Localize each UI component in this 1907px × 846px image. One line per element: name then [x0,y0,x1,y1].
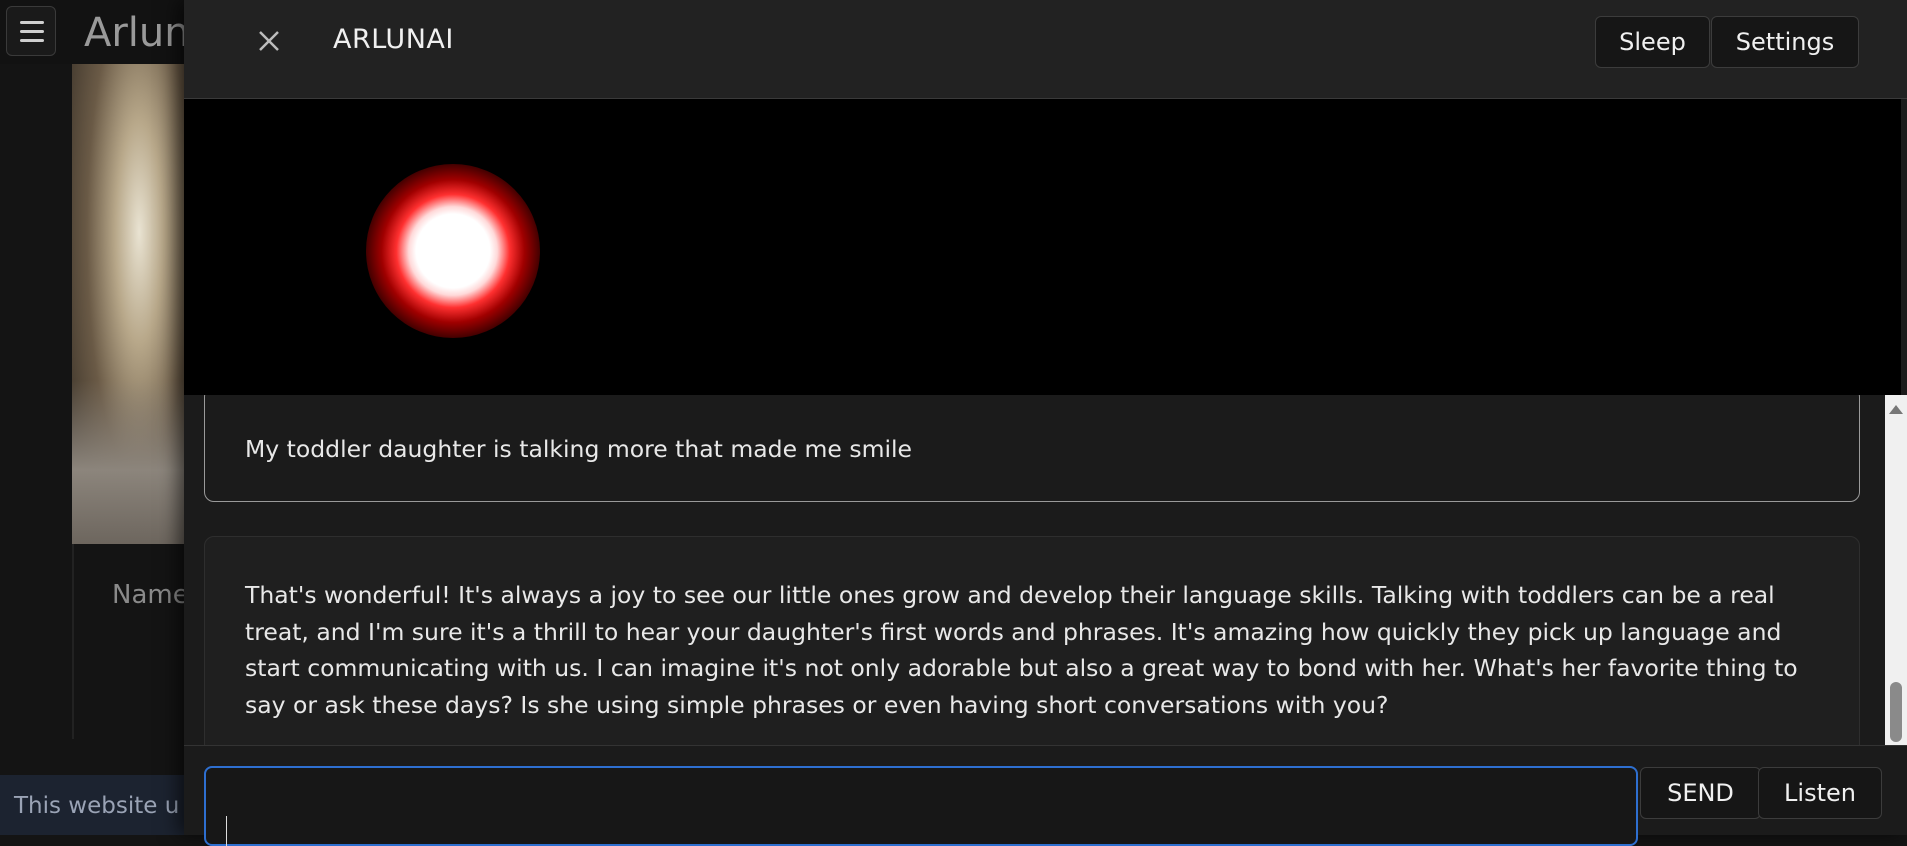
composer-bar: SEND Listen [184,745,1907,846]
cookie-banner: This website u [0,775,190,835]
modal-header: ARLUNAI Sleep Settings [184,0,1907,99]
chat-log[interactable]: My toddler daughter is talking more that… [184,395,1901,745]
settings-button[interactable]: Settings [1711,16,1859,68]
background-app-title: Arlun [84,10,190,56]
background-divider [72,544,74,739]
chat-modal: ARLUNAI Sleep Settings My toddler daught… [184,0,1907,846]
background-photo-shade [72,380,184,544]
modal-title: ARLUNAI [333,24,454,55]
close-button[interactable] [252,24,286,58]
cookie-banner-text: This website u [14,793,180,819]
message-input[interactable] [204,766,1638,846]
user-message: My toddler daughter is talking more that… [204,395,1860,502]
assistant-message: That's wonderful! It's always a joy to s… [204,536,1860,745]
menu-icon[interactable] [6,6,56,56]
sleep-button[interactable]: Sleep [1595,16,1710,68]
scroll-up-arrow-icon[interactable] [1889,405,1903,414]
background-name-label: Name [112,580,189,610]
assistant-visualizer [184,99,1901,395]
close-icon [259,31,279,51]
text-caret [226,816,227,846]
chat-scrollbar[interactable] [1885,395,1907,745]
glowing-orb [366,164,540,338]
listen-button[interactable]: Listen [1758,767,1882,819]
scroll-thumb[interactable] [1890,682,1902,742]
send-button[interactable]: SEND [1640,767,1761,819]
